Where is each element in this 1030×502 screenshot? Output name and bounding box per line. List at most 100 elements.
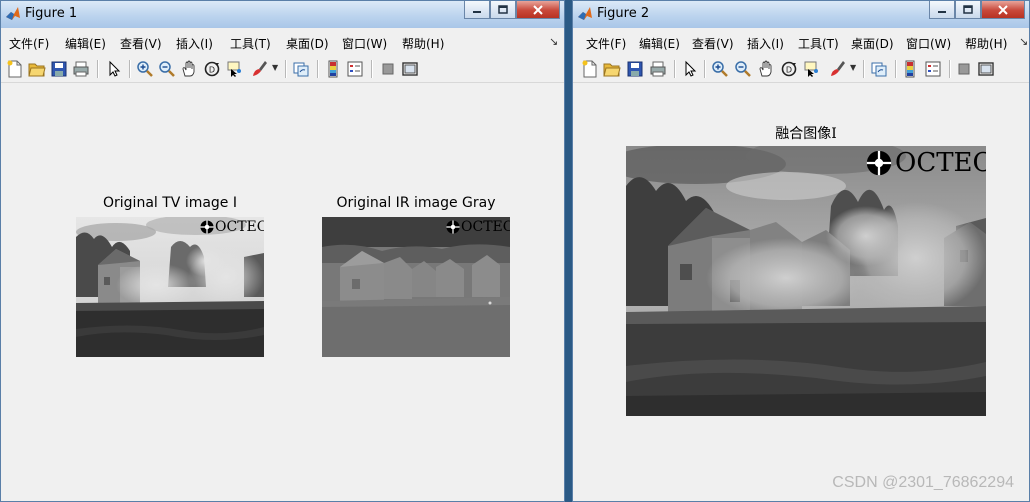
toolbar-separator [371, 60, 372, 78]
new-figure-icon[interactable] [581, 60, 599, 78]
menu-file[interactable]: 文件(F) [9, 35, 49, 52]
figure1-titlebar[interactable]: Figure 1 [1, 1, 564, 28]
menu-desktop[interactable]: 桌面(D) [286, 35, 329, 52]
fused-image: OCTEC [626, 146, 986, 416]
menu-insert[interactable]: 插入(I) [747, 35, 784, 52]
select-arrow-icon[interactable] [681, 60, 699, 78]
new-figure-icon[interactable] [6, 60, 24, 78]
figure2-toolbar: D ▼ [573, 54, 1029, 83]
svg-text:D: D [786, 66, 792, 75]
select-arrow-icon[interactable] [105, 60, 123, 78]
open-file-icon[interactable] [603, 60, 621, 78]
hide-plot-tools-icon[interactable] [379, 60, 397, 78]
zoom-out-icon[interactable] [734, 60, 752, 78]
menu-tools[interactable]: 工具(T) [230, 35, 271, 52]
toolbar-separator [285, 60, 286, 78]
octec-logo: OCTEC [200, 219, 264, 235]
figure1-window: Figure 1 文件(F) 编辑(E) 查看(V) 插入(I) 工具(T) 桌… [0, 0, 565, 502]
brush-icon[interactable] [250, 60, 268, 78]
toolbar-separator [674, 60, 675, 78]
menu-overflow-icon[interactable]: ↘ [1019, 35, 1028, 48]
matlab-logo-icon [578, 7, 592, 20]
toolbar-separator [97, 60, 98, 78]
toolbar-separator [317, 60, 318, 78]
figure2-titlebar[interactable]: Figure 2 [573, 1, 1029, 28]
rotate-3d-icon[interactable]: D [203, 60, 221, 78]
menu-help[interactable]: 帮助(H) [402, 35, 444, 52]
octec-logo-icon [200, 220, 214, 234]
maximize-button[interactable] [490, 1, 516, 19]
menu-overflow-icon[interactable]: ↘ [549, 35, 558, 48]
octec-logo: OCTEC [866, 148, 986, 178]
menu-help[interactable]: 帮助(H) [965, 35, 1007, 52]
figure1-menubar: 文件(F) 编辑(E) 查看(V) 插入(I) 工具(T) 桌面(D) 窗口(W… [1, 29, 564, 53]
tv-image-scene [76, 217, 264, 357]
open-file-icon[interactable] [28, 60, 46, 78]
window-title: Figure 2 [597, 6, 650, 21]
zoom-in-icon[interactable] [711, 60, 729, 78]
menu-window[interactable]: 窗口(W) [906, 35, 951, 52]
brush-icon[interactable] [828, 60, 846, 78]
fused-image-scene [626, 146, 986, 416]
octec-logo-text: OCTEC [215, 219, 264, 235]
maximize-icon [498, 5, 508, 14]
maximize-icon [963, 5, 973, 14]
rotate-3d-icon[interactable]: D [780, 60, 798, 78]
legend-icon[interactable] [346, 60, 364, 78]
ir-image: OCTEC [322, 217, 510, 357]
octec-logo: OCTEC [446, 219, 510, 235]
print-icon[interactable] [72, 60, 90, 78]
close-button[interactable] [516, 1, 560, 19]
octec-logo-icon [446, 220, 460, 234]
menu-file[interactable]: 文件(F) [586, 35, 626, 52]
figure1-toolbar: D ▼ [1, 54, 564, 83]
toolbar-separator [129, 60, 130, 78]
link-plot-icon[interactable] [870, 60, 888, 78]
zoom-in-icon[interactable] [136, 60, 154, 78]
menu-window[interactable]: 窗口(W) [342, 35, 387, 52]
print-icon[interactable] [649, 60, 667, 78]
figure2-window: Figure 2 文件(F) 编辑(E) 查看(V) 插入(I) 工具(T) 桌… [572, 0, 1030, 502]
brush-dropdown-icon[interactable]: ▼ [850, 63, 856, 72]
minimize-button[interactable] [464, 1, 490, 19]
show-plot-tools-icon[interactable] [401, 60, 419, 78]
maximize-button[interactable] [955, 1, 981, 19]
save-icon[interactable] [626, 60, 644, 78]
toolbar-separator [895, 60, 896, 78]
axes-title-ir: Original IR image Gray [336, 195, 496, 211]
hide-plot-tools-icon[interactable] [955, 60, 973, 78]
toolbar-separator [949, 60, 950, 78]
svg-text:D: D [209, 66, 215, 75]
csdn-watermark: CSDN @2301_76862294 [832, 474, 1014, 491]
link-plot-icon[interactable] [292, 60, 310, 78]
menu-insert[interactable]: 插入(I) [176, 35, 213, 52]
axes-title-fused: 融合图像I [775, 126, 837, 142]
zoom-out-icon[interactable] [158, 60, 176, 78]
octec-logo-text: OCTEC [461, 219, 510, 235]
data-cursor-icon[interactable] [803, 60, 821, 78]
colorbar-icon[interactable] [901, 60, 919, 78]
legend-icon[interactable] [924, 60, 942, 78]
minimize-icon [938, 10, 946, 13]
menu-desktop[interactable]: 桌面(D) [851, 35, 894, 52]
close-button[interactable] [981, 1, 1025, 19]
tv-image: OCTEC [76, 217, 264, 357]
menu-tools[interactable]: 工具(T) [798, 35, 839, 52]
ir-image-scene [322, 217, 510, 357]
data-cursor-icon[interactable] [226, 60, 244, 78]
pan-hand-icon[interactable] [180, 60, 198, 78]
menu-view[interactable]: 查看(V) [692, 35, 734, 52]
menu-edit[interactable]: 编辑(E) [639, 35, 680, 52]
colorbar-icon[interactable] [324, 60, 342, 78]
toolbar-separator [863, 60, 864, 78]
pan-hand-icon[interactable] [757, 60, 775, 78]
menu-view[interactable]: 查看(V) [120, 35, 162, 52]
save-icon[interactable] [50, 60, 68, 78]
axes-title-tv: Original TV image I [103, 195, 237, 211]
brush-dropdown-icon[interactable]: ▼ [272, 63, 278, 72]
toolbar-separator [704, 60, 705, 78]
figure1-canvas: Original TV image I OCTEC Original IR im… [1, 83, 564, 501]
show-plot-tools-icon[interactable] [977, 60, 995, 78]
minimize-button[interactable] [929, 1, 955, 19]
menu-edit[interactable]: 编辑(E) [65, 35, 106, 52]
